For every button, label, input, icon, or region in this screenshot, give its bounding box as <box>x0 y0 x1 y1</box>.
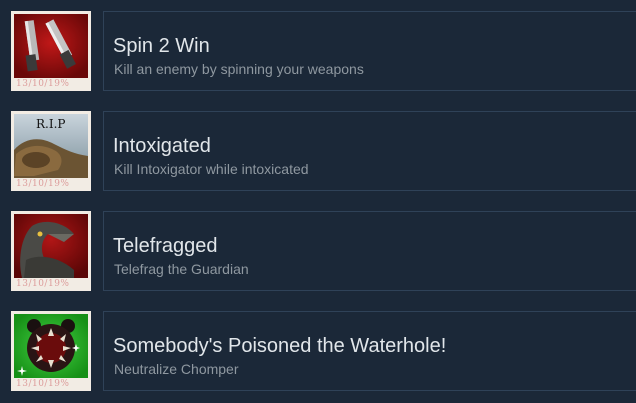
achievement-card: Intoxigated Kill Intoxigator while intox… <box>103 111 636 191</box>
date-stamp: 13/10/19% <box>16 279 70 289</box>
dual-pistols-icon <box>14 14 88 78</box>
achievement-icon-frame: 13/10/19% <box>11 11 91 91</box>
achievement-icon-frame: 13/10/19% <box>11 311 91 391</box>
rip-text: R.I.P <box>36 117 65 131</box>
achievement-title: Spin 2 Win <box>113 35 210 57</box>
achievement-description: Telefrag the Guardian <box>114 261 249 277</box>
achievement-description: Kill an enemy by spinning your weapons <box>114 61 364 77</box>
achievement-title: Telefragged <box>113 235 218 257</box>
chomper-monster-icon <box>14 314 88 378</box>
achievement-card: Telefragged Telefrag the Guardian <box>103 211 636 291</box>
achievement-icon-frame: R.I.P 13/10/19% <box>11 111 91 191</box>
achievement-row: 13/10/19% Telefragged Telefrag the Guard… <box>0 210 636 291</box>
achievement-list: 13/10/19% Spin 2 Win Kill an enemy by sp… <box>0 0 636 403</box>
date-stamp: 13/10/19% <box>16 379 70 389</box>
achievement-card: Somebody's Poisoned the Waterhole! Neutr… <box>103 311 636 391</box>
achievement-description: Kill Intoxigator while intoxicated <box>114 161 309 177</box>
achievement-description: Neutralize Chomper <box>114 361 239 377</box>
rip-tombstone-icon: R.I.P <box>14 114 88 178</box>
achievement-card: Spin 2 Win Kill an enemy by spinning you… <box>103 11 636 91</box>
achievement-row: 13/10/19% Somebody's Poisoned the Waterh… <box>0 310 636 391</box>
achievement-title: Intoxigated <box>113 135 211 157</box>
date-stamp: 13/10/19% <box>16 79 70 89</box>
achievement-row: 13/10/19% Spin 2 Win Kill an enemy by sp… <box>0 10 636 91</box>
achievement-icon-frame: 13/10/19% <box>11 211 91 291</box>
guardian-creature-icon <box>14 214 88 278</box>
date-stamp: 13/10/19% <box>16 179 70 189</box>
achievement-row: R.I.P 13/10/19% Intoxigated Kill Intoxig… <box>0 110 636 191</box>
achievement-title: Somebody's Poisoned the Waterhole! <box>113 335 447 357</box>
